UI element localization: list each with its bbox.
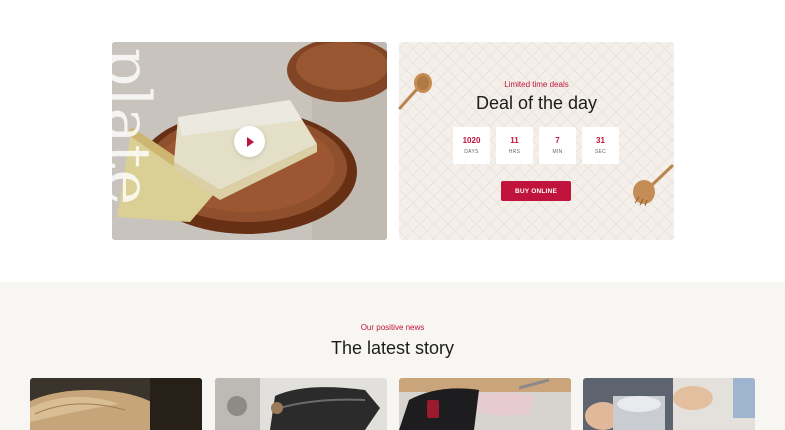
deal-section: plate Limited time deals Deal of the day… xyxy=(0,0,785,282)
timer-minutes-value: 7 xyxy=(555,135,560,145)
deal-title: Deal of the day xyxy=(475,93,598,113)
news-kicker: Our positive news xyxy=(360,323,425,332)
timer-seconds: 31 SEC xyxy=(582,127,619,164)
timer-hours-value: 11 xyxy=(510,135,519,145)
countdown-timer: 1020 DAYS 11 HRS 7 MIN 31 SEC xyxy=(453,127,619,164)
timer-hours: 11 HRS xyxy=(496,127,533,164)
story-image-1 xyxy=(30,378,202,430)
play-button[interactable] xyxy=(234,126,265,157)
timer-hours-unit: HRS xyxy=(508,148,521,155)
story-card-4[interactable] xyxy=(583,378,755,430)
timer-days: 1020 DAYS xyxy=(453,127,490,164)
page: plate Limited time deals Deal of the day… xyxy=(0,0,785,430)
deal-kicker: Limited time deals xyxy=(504,80,569,89)
timer-seconds-unit: SEC xyxy=(594,148,607,155)
story-card-2[interactable] xyxy=(215,378,387,430)
news-title: The latest story xyxy=(330,338,455,358)
timer-days-value: 1020 xyxy=(462,135,481,145)
video-card[interactable]: plate xyxy=(112,42,387,240)
story-image-3 xyxy=(399,378,571,430)
buy-online-button[interactable]: BUY ONLINE xyxy=(501,181,571,201)
story-image-4 xyxy=(583,378,755,430)
wooden-fork-icon xyxy=(633,164,674,207)
story-card-3[interactable] xyxy=(399,378,571,430)
decorative-vertical-word: plate xyxy=(112,48,163,206)
timer-minutes: 7 MIN xyxy=(539,127,576,164)
timer-minutes-unit: MIN xyxy=(552,148,563,155)
story-image-2 xyxy=(215,378,387,430)
timer-seconds-value: 31 xyxy=(596,135,605,145)
play-icon xyxy=(247,136,254,147)
story-card-1[interactable] xyxy=(30,378,202,430)
timer-days-unit: DAYS xyxy=(464,148,479,155)
news-section: Our positive news The latest story xyxy=(0,282,785,430)
